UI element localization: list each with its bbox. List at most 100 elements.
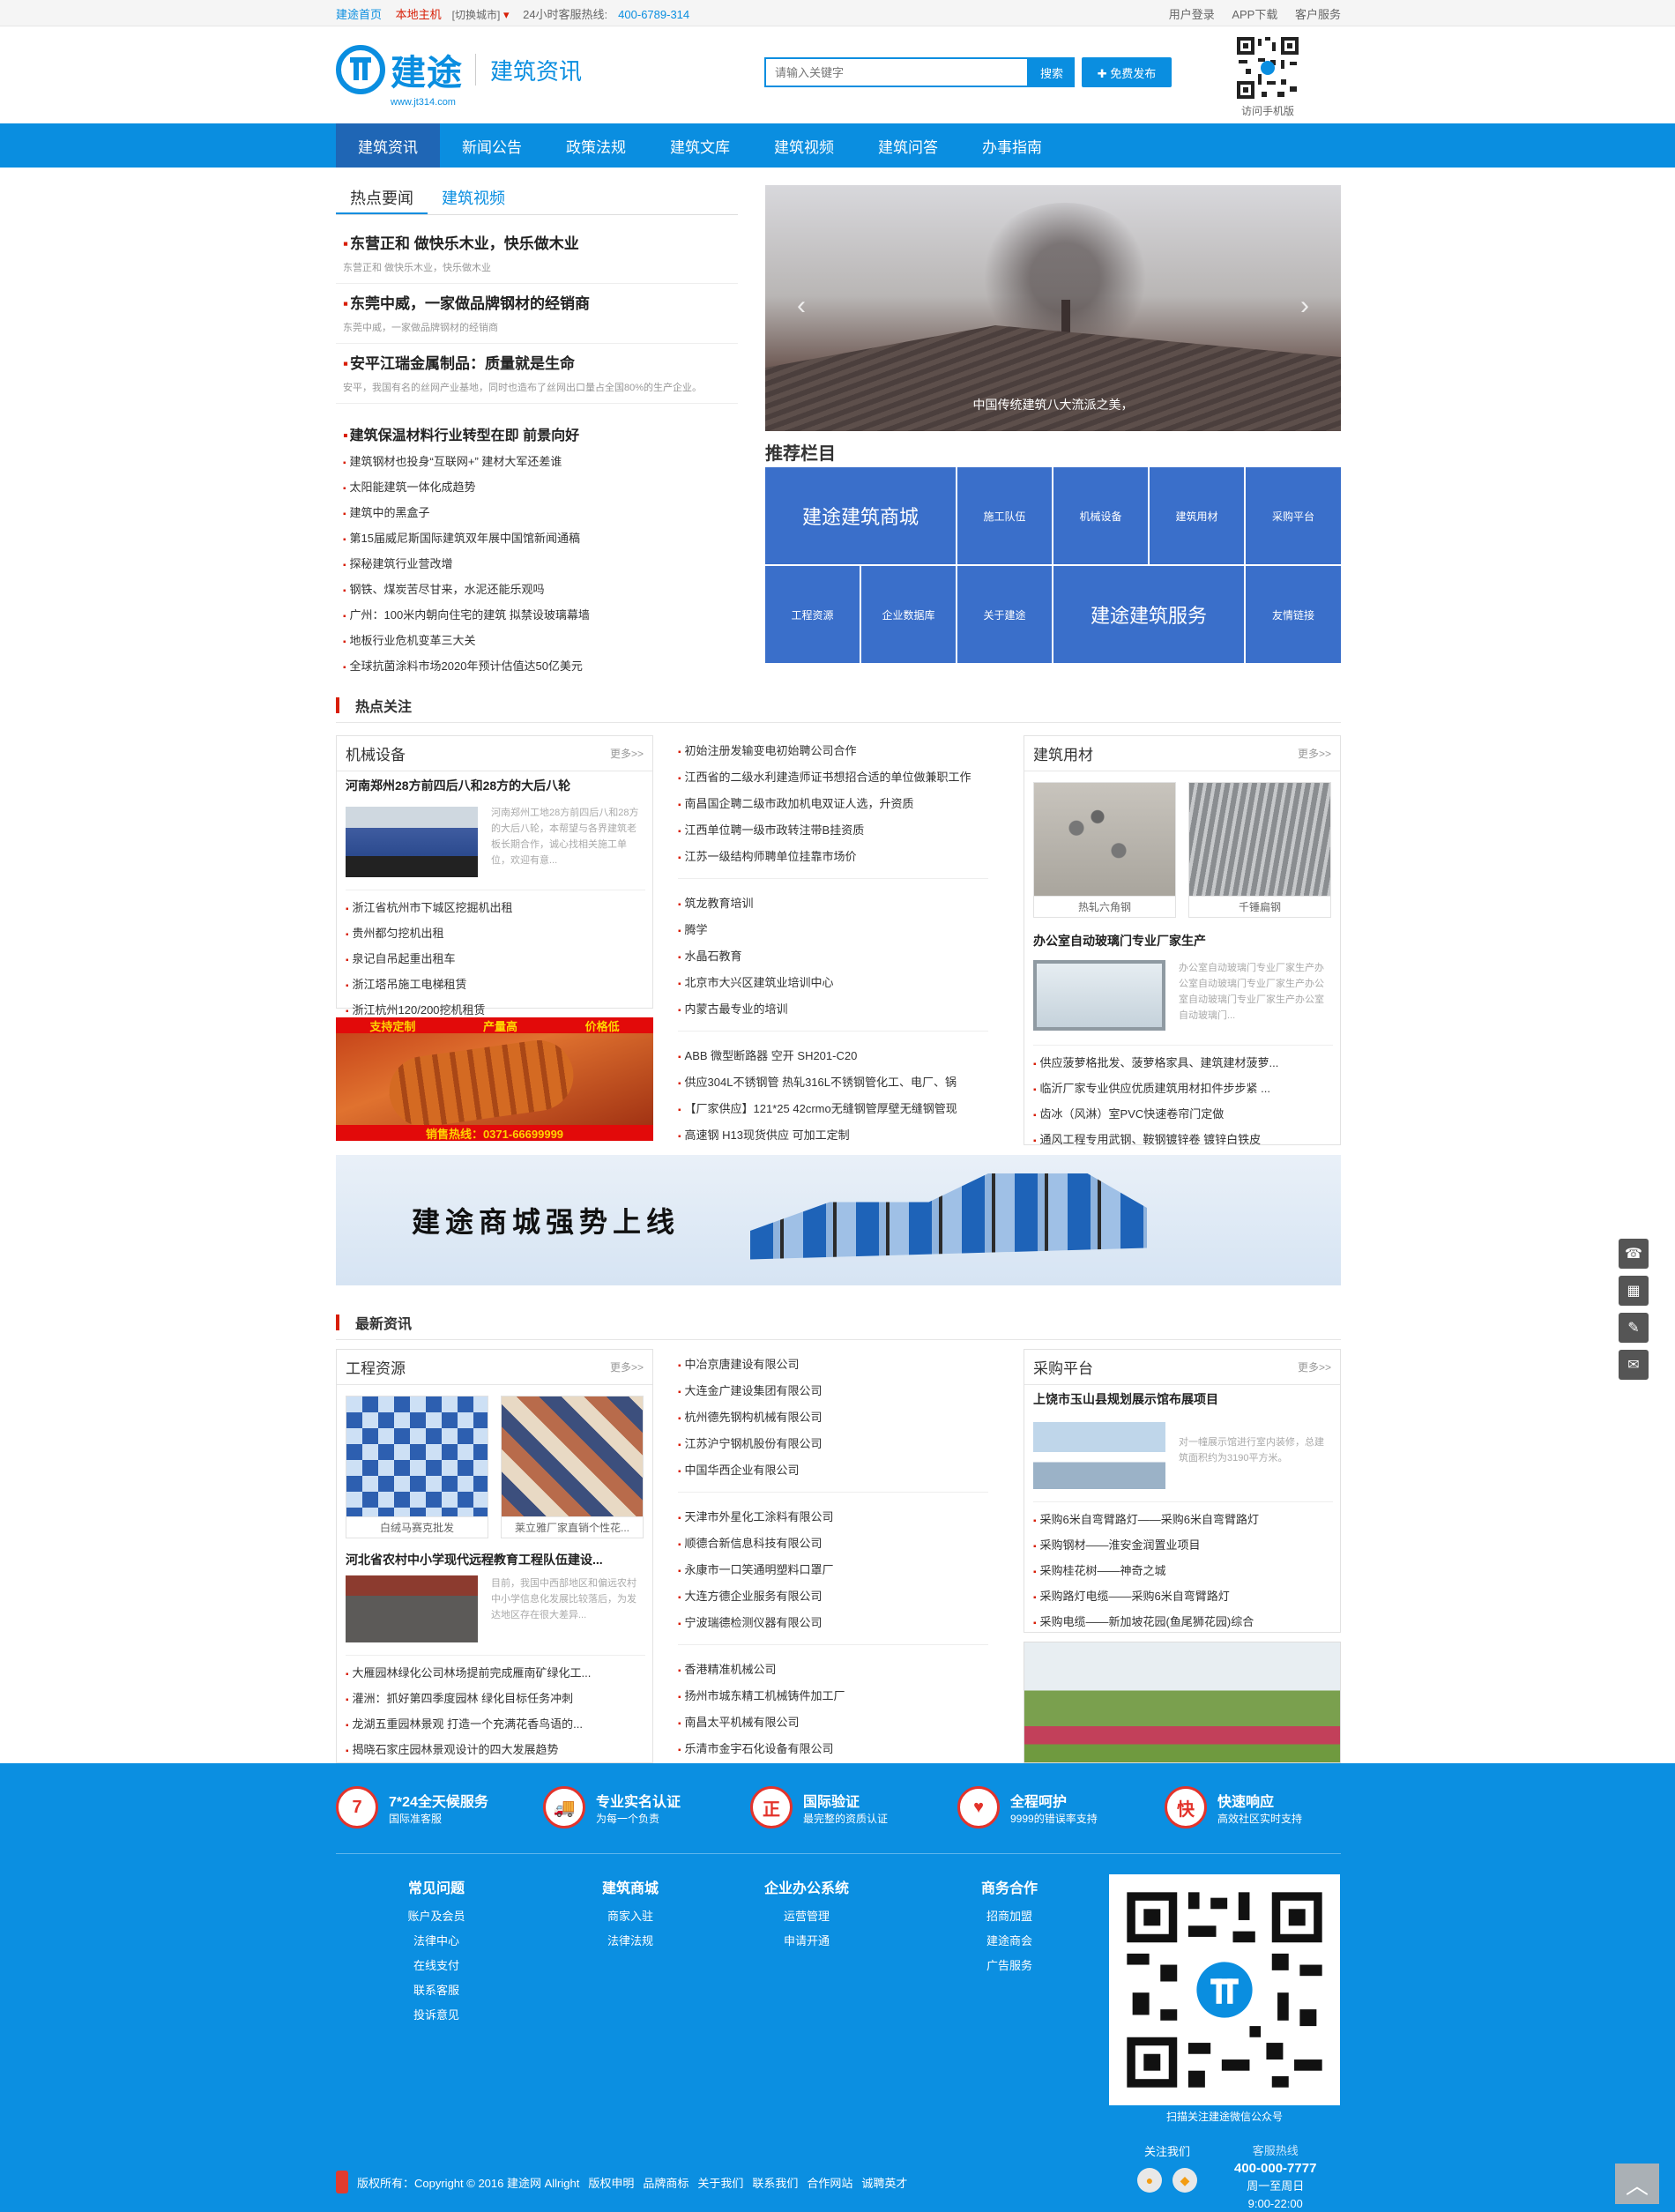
slider-prev-icon[interactable]: ‹ [797, 291, 806, 321]
material-thumb-2[interactable]: 千锤扁钢 [1188, 782, 1331, 918]
list-item[interactable]: 建筑中的黑盒子 [336, 501, 738, 526]
materials-headline[interactable]: 办公室自动玻璃门专业厂家生产 [1024, 927, 1215, 950]
city-switch[interactable]: 本地主机 [切换城市] ▾ [396, 8, 510, 21]
phone-side-icon[interactable]: ☎ [1619, 1239, 1649, 1269]
free-publish-button[interactable]: ✚ 免费发布 [1082, 57, 1172, 87]
list-item[interactable]: 泉记自吊起重出租车 [346, 947, 645, 972]
login-link[interactable]: 用户登录 [1169, 8, 1215, 21]
footer-link[interactable]: 投诉意见 [388, 2003, 485, 2028]
list-item[interactable]: 南昌国企聘二级市政加机电双证人选，升资质 [678, 792, 988, 818]
project-thumb-1[interactable]: 白绒马赛克批发 [346, 1396, 488, 1538]
list-item[interactable]: 采购桂花树——神奇之城 [1033, 1559, 1333, 1584]
headline-title[interactable]: 东莞中威，一家做品牌钢材的经销商 [343, 291, 731, 313]
list-item[interactable]: 初始注册发输变电初始聘公司合作 [678, 739, 988, 765]
list-item[interactable]: 江苏沪宁钢机股份有限公司 [678, 1432, 988, 1458]
footer-bottom-link[interactable]: 诚聘英才 [861, 2177, 907, 2190]
list-item[interactable]: 【厂家供应】121*25 42crmo无缝钢管厚壁无缝钢管现 [678, 1097, 988, 1123]
nav-item-3[interactable]: 建筑文库 [648, 123, 752, 168]
list-item[interactable]: 宁波瑞德检测仪器有限公司 [678, 1611, 988, 1637]
list-item[interactable]: 天津市外星化工涂料有限公司 [678, 1505, 988, 1531]
garden-ad[interactable] [1024, 1642, 1341, 1763]
machinery-headline[interactable]: 河南郑州28方前四后八和28方的大后八轮 [337, 771, 652, 794]
list-item[interactable]: 扬州市城东精工机械铸件加工厂 [678, 1684, 988, 1710]
footer-link[interactable]: 联系客服 [388, 1978, 485, 2003]
nav-item-0[interactable]: 建筑资讯 [336, 123, 440, 168]
list-item[interactable]: 采购钢材——淮安金润置业项目 [1033, 1533, 1333, 1559]
list-item[interactable]: 杭州德先钢构机械有限公司 [678, 1405, 988, 1432]
list-item[interactable]: 乐清市金宇石化设备有限公司 [678, 1737, 988, 1763]
list-item[interactable]: 永康市一口笑通明塑料口罩厂 [678, 1558, 988, 1584]
list-item[interactable]: 供应304L不锈钢管 热轧316L不锈钢管化工、电厂、锅 [678, 1070, 988, 1097]
app-download-link[interactable]: APP下载 [1232, 8, 1277, 21]
list-item[interactable]: 中冶京唐建设有限公司 [678, 1352, 988, 1379]
footer-bottom-link[interactable]: 版权申明 [588, 2177, 634, 2190]
list-item[interactable]: 浙江省杭州市下城区挖掘机出租 [346, 896, 645, 921]
list-item[interactable]: 大连方德企业服务有限公司 [678, 1584, 988, 1611]
footer-bottom-link[interactable]: 联系我们 [752, 2177, 798, 2190]
list-item[interactable]: 建筑钢材也投身“互联网+” 建材大军还差谁 [336, 450, 738, 475]
footer-link[interactable]: 招商加盟 [961, 1904, 1058, 1929]
material-thumb-1[interactable]: 热轧六角钢 [1033, 782, 1176, 918]
classroom-image[interactable] [346, 1575, 478, 1642]
list-item[interactable]: 齿冰（风淋）室PVC快速卷帘门定做 [1033, 1102, 1333, 1128]
projects-more-link[interactable]: 更多>> [610, 1359, 644, 1374]
list-item[interactable]: 通风工程专用武钢、鞍钢镀锌卷 镀锌白铁皮 [1033, 1128, 1333, 1153]
rec-materials[interactable]: 建筑用材 [1150, 467, 1244, 564]
list-item[interactable]: 腾学 [678, 918, 988, 944]
list-item[interactable]: 太阳能建筑一体化成趋势 [336, 475, 738, 501]
headline-item[interactable]: 东莞中威，一家做品牌钢材的经销商东莞中威，一家做品牌钢材的经销商 [336, 284, 738, 344]
edit-side-icon[interactable]: ✎ [1619, 1313, 1649, 1343]
list-item[interactable]: 灌洲：抓好第四季度园林 绿化目标任务冲刺 [346, 1687, 645, 1712]
list-item[interactable]: 江苏一级结构师聘单位挂靠市场价 [678, 845, 988, 871]
rec-links[interactable]: 友情链接 [1246, 566, 1341, 663]
list-item[interactable]: 贵州都匀挖机出租 [346, 921, 645, 947]
rec-service[interactable]: 建途建筑服务 [1053, 566, 1244, 663]
list-item[interactable]: 采购6米自弯臂路灯——采购6米自弯臂路灯 [1033, 1508, 1333, 1533]
list-item[interactable]: 内蒙古最专业的培训 [678, 997, 988, 1024]
tab-hot-news[interactable]: 热点要闻 [336, 183, 428, 214]
list-item[interactable]: 第15届威尼斯国际建筑双年展中国馆新闻通稿 [336, 526, 738, 552]
nav-item-4[interactable]: 建筑视频 [752, 123, 856, 168]
list-item[interactable]: 采购路灯电缆——采购6米自弯臂路灯 [1033, 1584, 1333, 1610]
purchase-headline[interactable]: 上饶市玉山县规划展示馆布展项目 [1024, 1385, 1340, 1408]
rec-construction-team[interactable]: 施工队伍 [957, 467, 1052, 564]
mall-launch-banner[interactable]: 建途商城强势上线 [336, 1155, 1341, 1285]
list-item[interactable]: 香港精准机械公司 [678, 1657, 988, 1684]
mail-side-icon[interactable]: ✉ [1619, 1350, 1649, 1380]
footer-link[interactable]: 商家入驻 [582, 1904, 679, 1929]
list-item[interactable]: 采购电缆——新加坡花园(鱼尾狮花园)综合 [1033, 1610, 1333, 1635]
search-button[interactable]: 搜索 [1029, 57, 1075, 87]
search-input[interactable] [764, 57, 1029, 87]
tab-building-video[interactable]: 建筑视频 [428, 183, 519, 214]
footer-link[interactable]: 广告服务 [961, 1954, 1058, 1978]
list-item[interactable]: 北京市大兴区建筑业培训中心 [678, 971, 988, 997]
slider-next-icon[interactable]: › [1300, 291, 1309, 321]
list-item[interactable]: 中国华西企业有限公司 [678, 1458, 988, 1485]
list-item[interactable]: 广州：100米内朝向住宅的建筑 拟禁设玻璃幕墙 [336, 603, 738, 629]
list-item[interactable]: 水晶石教育 [678, 944, 988, 971]
headline-item[interactable]: 安平江瑞金属制品：质量就是生命安平，我国有名的丝网产业基地，同时也造布了丝网出口… [336, 344, 738, 404]
list-item[interactable]: 探秘建筑行业营改增 [336, 552, 738, 577]
rec-purchase[interactable]: 采购平台 [1246, 467, 1341, 564]
list-item[interactable]: 全球抗菌涂料市场2020年预计估值达50亿美元 [336, 654, 738, 680]
glass-door-image[interactable] [1033, 960, 1165, 1031]
list-item[interactable]: 龙湖五重园林景观 打造一个充满花香鸟语的... [346, 1712, 645, 1738]
list-item[interactable]: ABB 微型断路器 空开 SH201-C20 [678, 1044, 988, 1070]
rec-company-db[interactable]: 企业数据库 [861, 566, 956, 663]
news-list-title[interactable]: 建筑保温材料行业转型在即 前景向好 [336, 423, 738, 444]
list-item[interactable]: 大连金广建设集团有限公司 [678, 1379, 988, 1405]
rec-machinery[interactable]: 机械设备 [1053, 467, 1148, 564]
headline-title[interactable]: 东营正和 做快乐木业，快乐做木业 [343, 231, 731, 253]
footer-link[interactable]: 建途商会 [961, 1929, 1058, 1954]
nav-item-5[interactable]: 建筑问答 [856, 123, 960, 168]
list-item[interactable]: 供应菠萝格批发、菠萝格家具、建筑建材菠萝... [1033, 1051, 1333, 1076]
list-item[interactable]: 揭晓石家庄园林景观设计的四大发展趋势 [346, 1738, 645, 1763]
site-logo[interactable]: 建途 www.jt314.com 建筑资讯 [336, 44, 582, 108]
nav-item-6[interactable]: 办事指南 [960, 123, 1064, 168]
footer-bottom-link[interactable]: 合作网站 [807, 2177, 852, 2190]
project-thumb-2[interactable]: 莱立雅厂家直销个性花... [501, 1396, 644, 1538]
list-item[interactable]: 高速钢 H13现货供应 可加工定制 [678, 1123, 988, 1150]
nav-item-1[interactable]: 新闻公告 [440, 123, 544, 168]
nav-item-2[interactable]: 政策法规 [544, 123, 648, 168]
qr-side-icon[interactable]: ▦ [1619, 1276, 1649, 1306]
